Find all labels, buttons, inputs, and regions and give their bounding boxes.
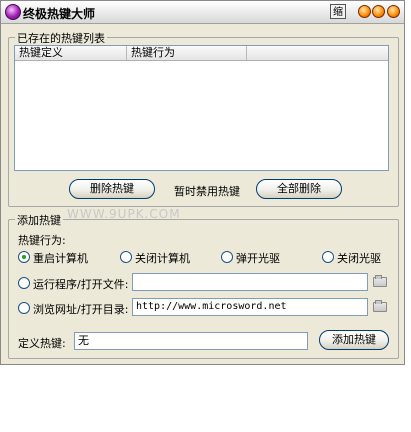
app-icon [5, 4, 21, 20]
radio-browse-url-dot[interactable] [18, 302, 30, 314]
radio-close-cd-dot[interactable] [322, 251, 334, 263]
maximize-icon[interactable] [372, 5, 385, 18]
radio-eject-cd-label: 弹开光驱 [236, 252, 280, 265]
radio-restart-label: 重启计算机 [33, 252, 88, 265]
hotkey-list-header: 热键定义 热键行为 [15, 46, 388, 61]
delete-hotkey-button[interactable]: 删除热键 [69, 179, 155, 199]
radio-shutdown-dot[interactable] [120, 251, 132, 263]
existing-hotkeys-group-label: 已存在的热键列表 [15, 30, 107, 46]
hotkey-action-label: 热键行为: [18, 234, 66, 247]
add-hotkey-button[interactable]: 添加热键 [319, 330, 389, 350]
radio-restart-dot[interactable] [18, 251, 30, 263]
hotkey-list[interactable]: 热键定义 热键行为 [14, 45, 389, 171]
browse-url-input[interactable]: http://www.microsword.net [132, 298, 368, 316]
close-icon[interactable] [387, 5, 400, 18]
radio-close-cd-label: 关闭光驱 [337, 252, 381, 265]
run-program-input[interactable] [132, 273, 368, 291]
delete-all-button[interactable]: 全部删除 [256, 179, 342, 199]
column-header-action[interactable]: 热键行为 [127, 46, 247, 60]
radio-shutdown-label: 关闭计算机 [135, 252, 190, 265]
column-header-definition[interactable]: 热键定义 [15, 46, 127, 60]
define-hotkey-label: 定义热键: [18, 337, 66, 350]
shrink-button[interactable]: 缩 [330, 4, 346, 19]
define-hotkey-input[interactable]: 无 [74, 332, 308, 350]
folder-open-icon[interactable] [373, 275, 387, 287]
main-window: 终极热键大师 缩 已存在的热键列表 热键定义 热键行为 删除热键 暂时禁用热键 … [0, 0, 405, 365]
disable-hotkeys-label[interactable]: 暂时禁用热键 [174, 183, 240, 199]
folder-browse-icon[interactable] [373, 300, 387, 312]
radio-browse-url-label: 浏览网址/打开目录: [33, 303, 129, 316]
radio-run-program-dot[interactable] [18, 277, 30, 289]
window-title: 终极热键大师 [23, 7, 96, 21]
minimize-icon[interactable] [358, 5, 371, 18]
title-bar[interactable]: 终极热键大师 缩 [1, 1, 404, 24]
add-hotkey-group-label: 添加热键 [15, 212, 63, 228]
radio-run-program-label: 运行程序/打开文件: [33, 278, 129, 291]
radio-eject-cd-dot[interactable] [221, 251, 233, 263]
